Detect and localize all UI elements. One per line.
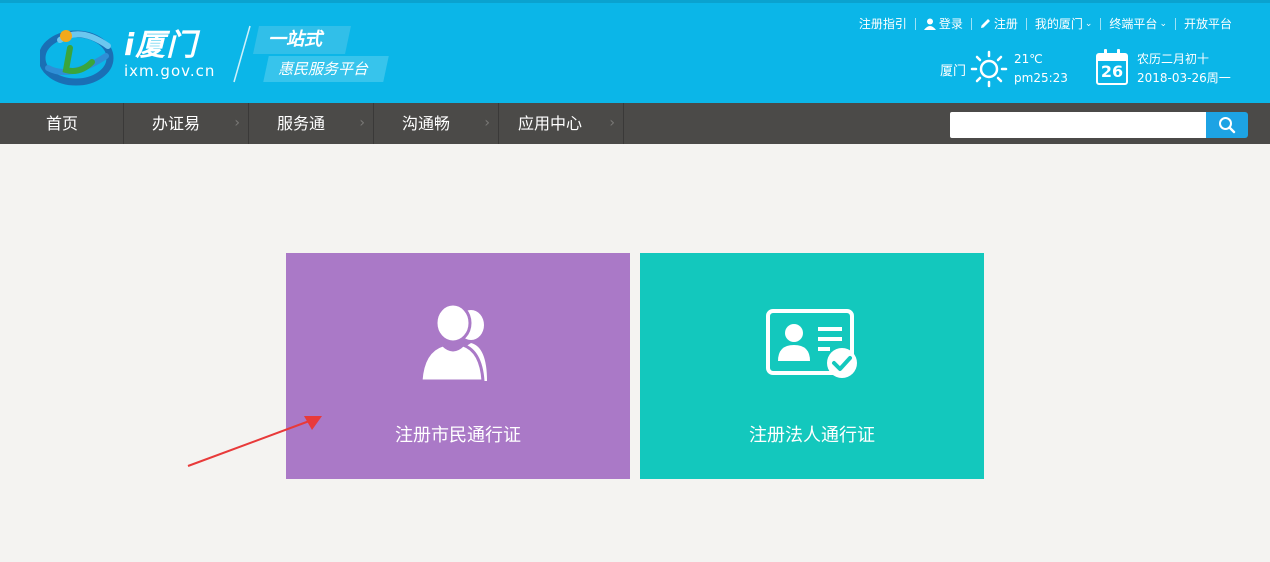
calendar-icon: 26 [1096, 49, 1128, 85]
login-link[interactable]: 登录 [916, 15, 971, 32]
my-xiamen-dropdown[interactable]: 我的厦门 ⌄ [1027, 15, 1101, 32]
logo-domain: ixm.gov.cn [124, 62, 216, 80]
open-platform-label: 开放平台 [1183, 17, 1232, 31]
terminal-platform-dropdown[interactable]: 终端平台 ⌄ [1101, 15, 1175, 32]
sun-icon [970, 50, 1008, 88]
top-utility-nav: 注册指引 登录 注册 我的厦门 ⌄ 终端平台 ⌄ 开放平台 [851, 15, 1240, 32]
nav-communication-label: 沟通畅 [402, 114, 451, 133]
slogan-line2: 惠民服务平台 [263, 56, 389, 82]
nav-certificates[interactable]: 办证易 › [124, 103, 249, 144]
nav-home-label: 首页 [46, 114, 79, 133]
register-label: 注册 [993, 17, 1018, 31]
id-card-check-icon [766, 309, 857, 378]
register-guide-label: 注册指引 [858, 17, 907, 31]
logo-title: i厦门 [124, 28, 198, 63]
chevron-right-icon: › [484, 115, 490, 131]
calendar-text: 农历二月初十 2018-03-26周一 [1137, 50, 1231, 88]
slogan-line1: 一站式 [253, 26, 351, 54]
search-icon [1219, 117, 1236, 134]
pencil-icon [980, 19, 990, 28]
open-platform-link[interactable]: 开放平台 [1176, 15, 1240, 32]
weather-city: 厦门 [940, 63, 967, 79]
weather-temperature: 21℃ [1014, 52, 1043, 66]
site-logo[interactable]: i厦门 ixm.gov.cn 一站式 惠民服务平台 [40, 18, 390, 88]
user-icon [923, 18, 936, 30]
users-icon [419, 303, 487, 383]
calendar-day: 26 [1100, 62, 1124, 81]
register-corporate-pass-card[interactable]: 注册法人通行证 [640, 253, 984, 479]
nav-home[interactable]: 首页 [0, 103, 124, 144]
weather-widget: 厦门 21℃ pm25:23 [940, 50, 1068, 88]
nav-communication[interactable]: 沟通畅 › [374, 103, 499, 144]
chevron-right-icon: › [359, 115, 365, 131]
login-label: 登录 [938, 17, 963, 31]
terminal-platform-label: 终端平台 [1109, 17, 1158, 31]
chevron-right-icon: › [234, 115, 240, 131]
solar-date: 2018-03-26周一 [1137, 71, 1231, 85]
site-header: i厦门 ixm.gov.cn 一站式 惠民服务平台 注册指引 登录 注册 我的厦… [0, 0, 1270, 103]
register-citizen-pass-label: 注册市民通行证 [395, 425, 521, 446]
chevron-down-icon: ⌄ [1159, 18, 1167, 29]
register-link[interactable]: 注册 [972, 15, 1026, 32]
register-guide-link[interactable]: 注册指引 [851, 15, 915, 32]
logo-divider [233, 25, 251, 83]
chevron-right-icon: › [609, 115, 615, 131]
nav-certificates-label: 办证易 [152, 114, 201, 133]
chevron-down-icon: ⌄ [1084, 18, 1093, 29]
register-citizen-pass-card[interactable]: 注册市民通行证 [286, 253, 630, 479]
my-xiamen-label: 我的厦门 [1034, 17, 1083, 31]
nav-app-center[interactable]: 应用中心 › [499, 103, 624, 144]
register-corporate-pass-label: 注册法人通行证 [749, 425, 875, 446]
nav-services[interactable]: 服务通 › [249, 103, 374, 144]
logo-emblem-icon [40, 30, 114, 86]
weather-pm25: pm25:23 [1014, 71, 1068, 85]
nav-services-label: 服务通 [277, 114, 326, 133]
lunar-date: 农历二月初十 [1137, 52, 1210, 66]
calendar-widget: 26 农历二月初十 2018-03-26周一 [1096, 49, 1231, 88]
header-topline [0, 0, 1270, 3]
weather-info: 21℃ pm25:23 [1014, 50, 1068, 88]
search-button[interactable] [1206, 112, 1248, 138]
annotation-arrow [187, 416, 322, 467]
nav-app-center-label: 应用中心 [518, 114, 583, 133]
search-input[interactable] [950, 112, 1206, 138]
